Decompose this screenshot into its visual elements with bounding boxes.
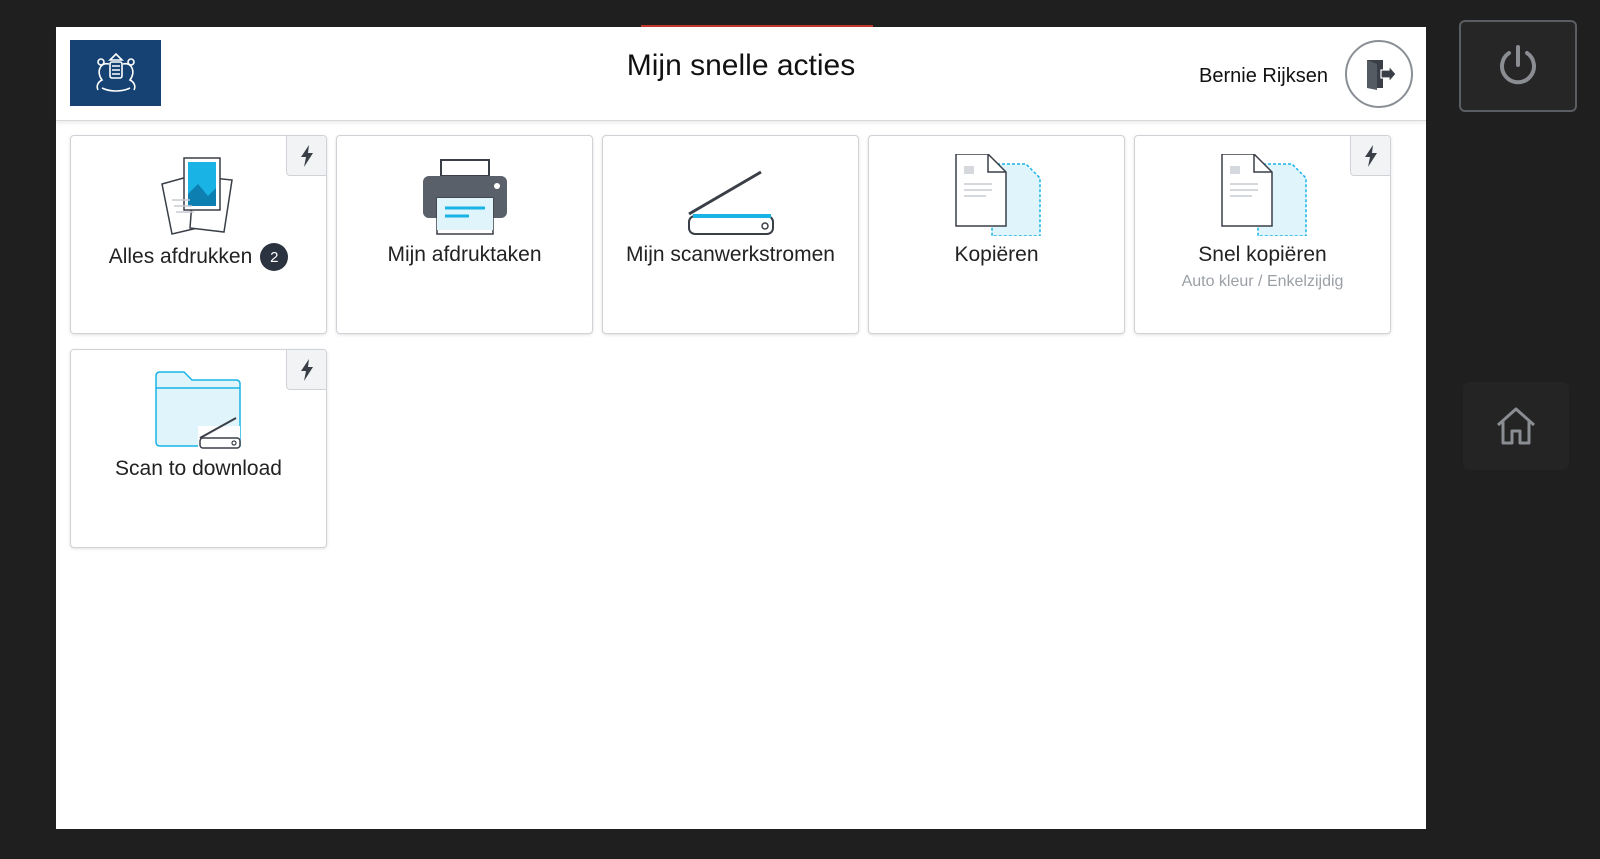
tile-label: Snel kopiëren (1198, 243, 1327, 266)
print-all-icon (160, 157, 233, 235)
home-icon (1497, 407, 1535, 445)
header: Mijn snelle acties Bernie Rijksen (56, 27, 1426, 121)
copy-icon (954, 154, 1041, 236)
copy-icon (1220, 154, 1307, 236)
tile-label: Scan to download (115, 457, 282, 480)
scanner-icon (687, 170, 774, 235)
power-icon (1500, 45, 1536, 85)
tile-mijn-afdruktaken[interactable]: Mijn afdruktaken (336, 135, 593, 334)
tile-scan-to-download[interactable]: Scan to download (70, 349, 327, 548)
tile-alles-afdrukken[interactable]: Alles afdrukken 2 (70, 135, 327, 334)
tile-label: Mijn scanwerkstromen (626, 243, 835, 266)
tile-label: Mijn afdruktaken (387, 243, 542, 266)
logout-icon (1367, 60, 1397, 90)
main-screen: Mijn snelle acties Bernie Rijksen Alles … (56, 27, 1426, 829)
tile-label: Kopiëren (954, 243, 1039, 266)
folder-scan-icon (154, 371, 241, 449)
tile-mijn-scanwerkstromen[interactable]: Mijn scanwerkstromen (602, 135, 859, 334)
tile-snel-kopieren[interactable]: Snel kopiëren Auto kleur / Enkelzijdig (1134, 135, 1391, 334)
printer-icon (422, 159, 507, 235)
tile-sublabel: Auto kleur / Enkelzijdig (1181, 273, 1344, 290)
home-button[interactable] (1463, 382, 1569, 470)
tile-label: Alles afdrukken (108, 245, 253, 268)
user-name: Bernie Rijksen (1199, 65, 1328, 87)
power-button[interactable] (1459, 20, 1577, 112)
logout-button[interactable] (1345, 40, 1413, 108)
tile-kopieren[interactable]: Kopiëren (868, 135, 1125, 334)
job-count-badge: 2 (260, 243, 289, 271)
